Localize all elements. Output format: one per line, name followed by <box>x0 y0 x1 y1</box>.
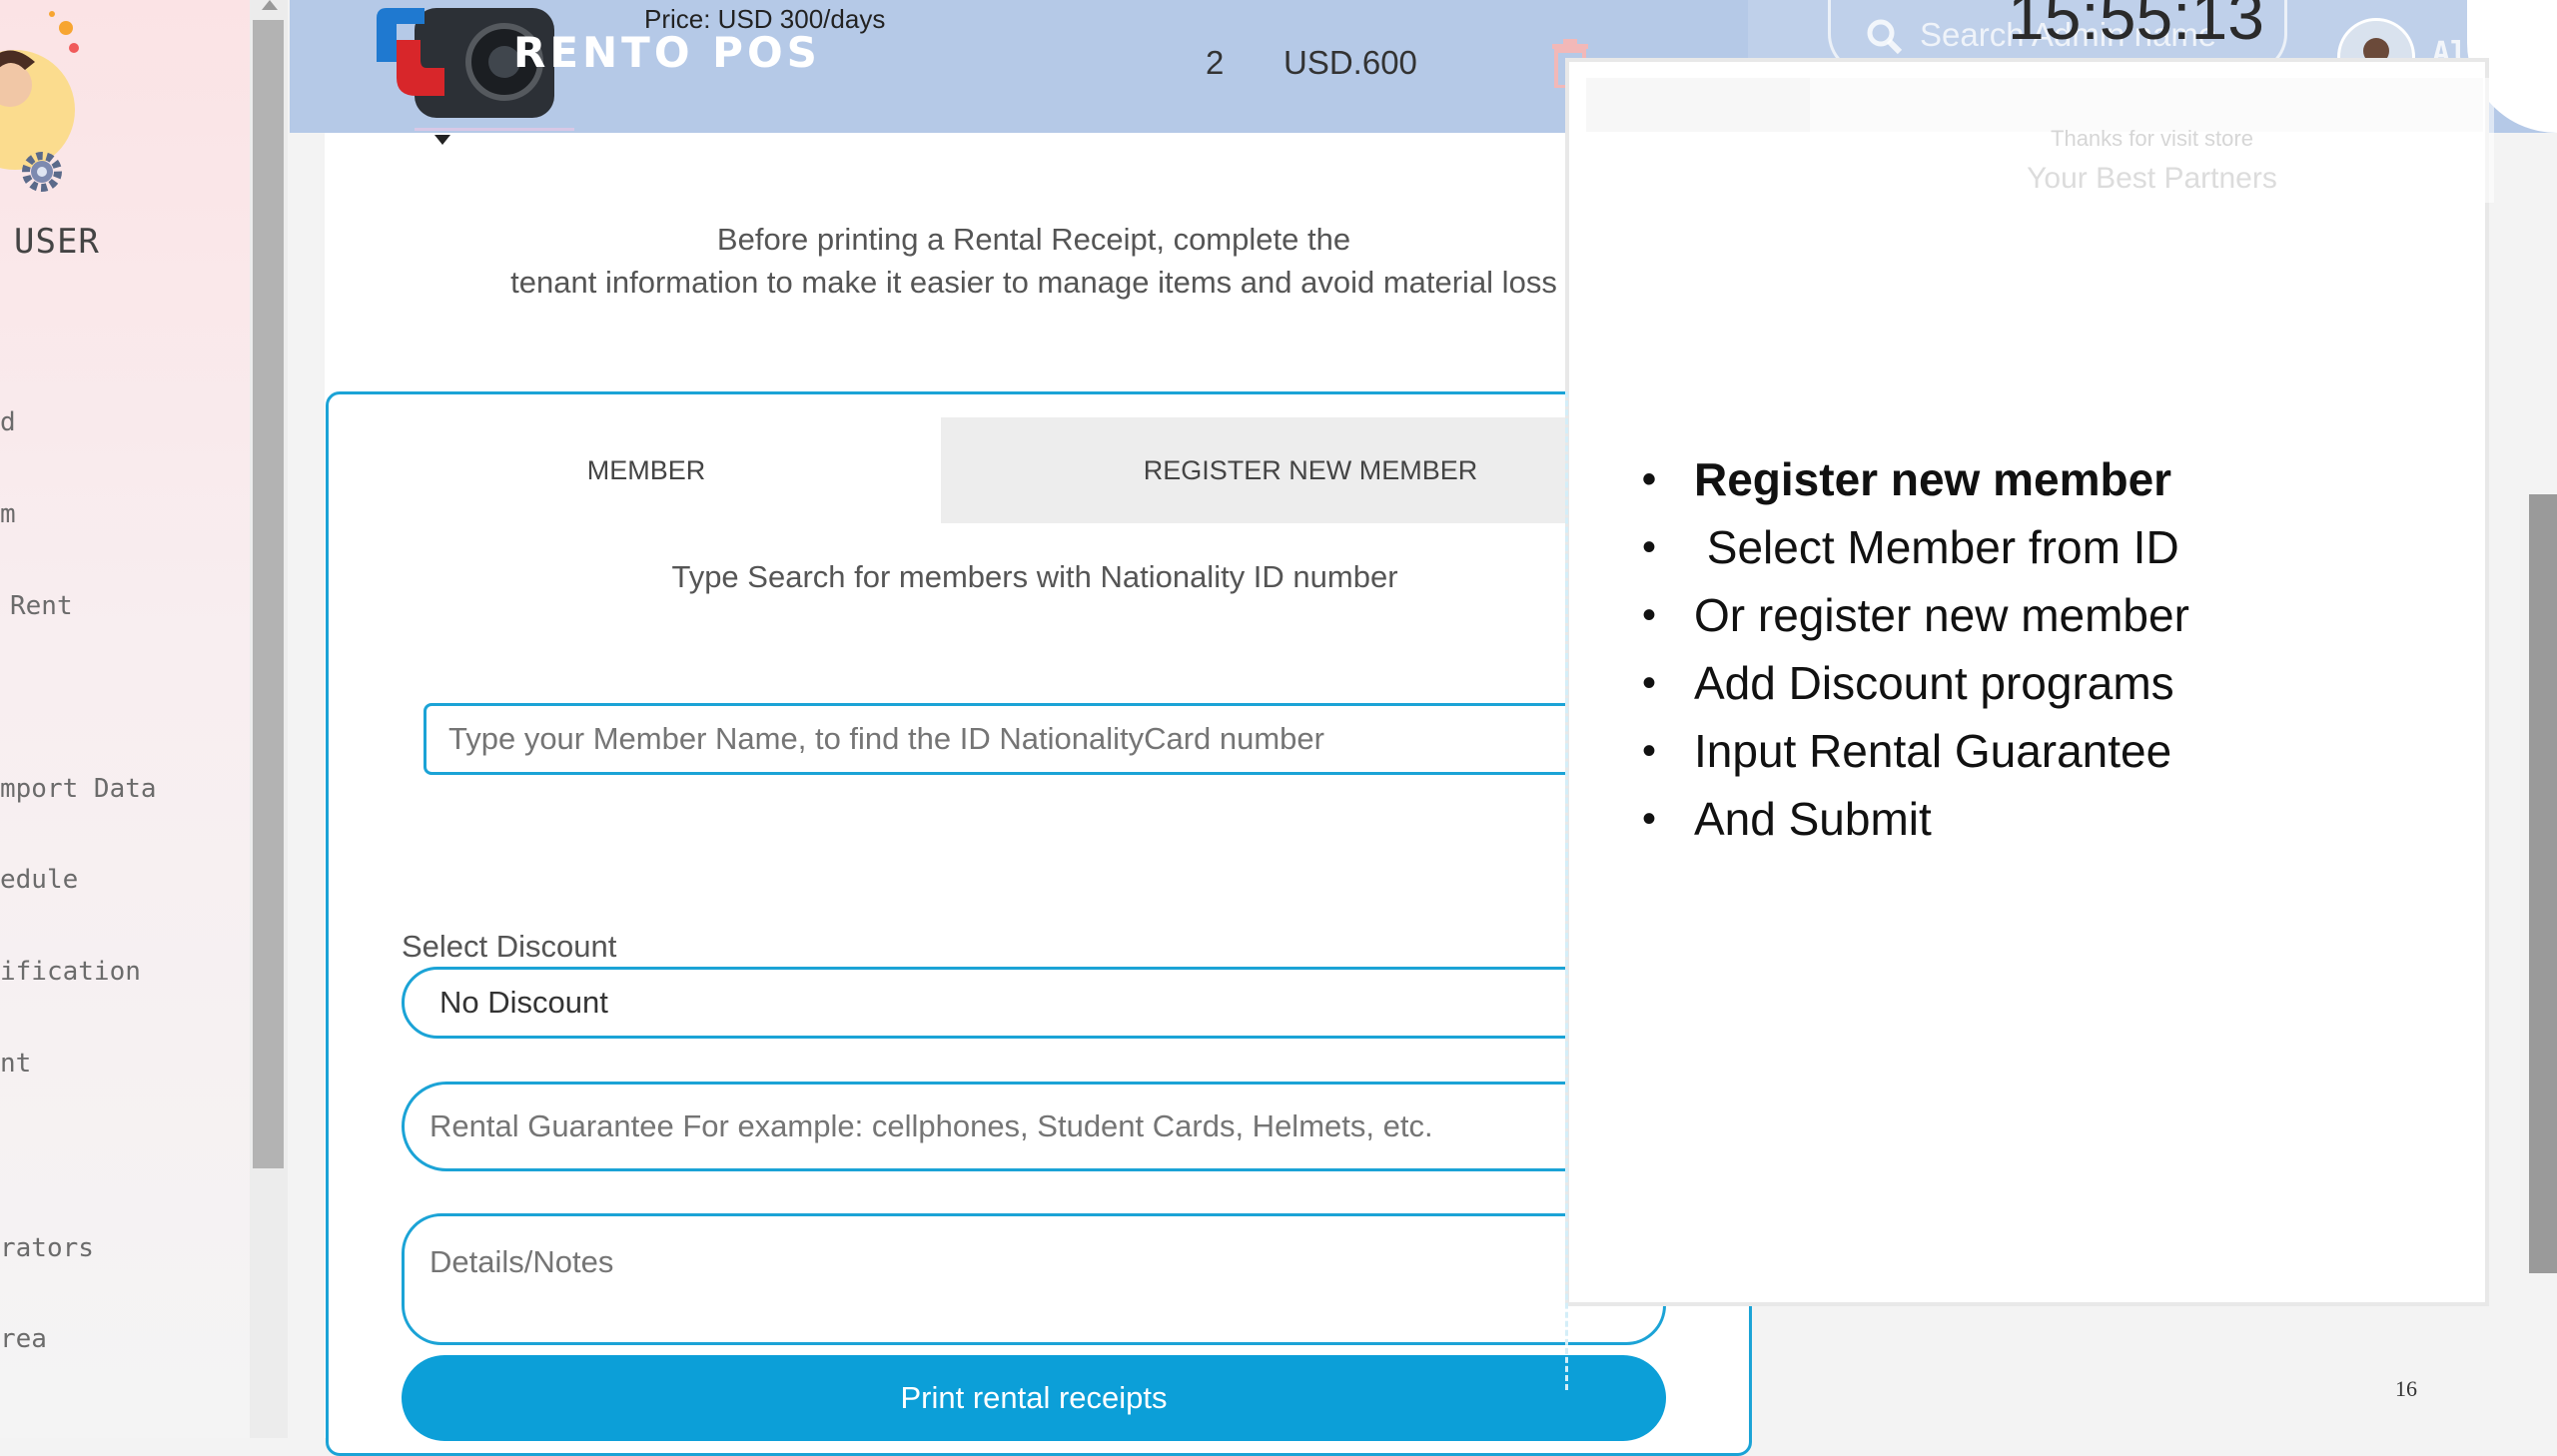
clock: 15:55:13 <box>2008 0 2264 53</box>
user-label: USER <box>14 222 100 262</box>
bullet-item: Register new member <box>1638 445 2537 513</box>
sidebar-item-notification[interactable]: ification <box>0 957 141 987</box>
discount-select[interactable]: No Discount <box>402 967 1666 1039</box>
callout-divider <box>1565 391 1571 1390</box>
feature-bullet-list: Register new member Select Member from I… <box>1638 445 2537 853</box>
sidebar-item[interactable]: m <box>0 499 16 529</box>
bullet-item: Or register new member <box>1638 581 2537 649</box>
discount-selected-value: No Discount <box>439 985 608 1020</box>
bullet-item: Add Discount programs <box>1638 649 2537 717</box>
member-search-hint: Type Search for members with Nationality… <box>671 559 1398 594</box>
right-scrollbar-thumb[interactable] <box>2529 494 2557 1273</box>
bullet-item: Input Rental Guarantee <box>1638 717 2537 785</box>
intro-line: Before printing a Rental Receipt, comple… <box>716 222 1351 257</box>
rental-guarantee-input[interactable] <box>402 1082 1666 1171</box>
member-search-input[interactable] <box>424 703 1641 775</box>
gear-icon[interactable] <box>14 144 70 200</box>
details-notes-textarea[interactable] <box>402 1213 1666 1345</box>
item-total: USD.600 <box>1283 44 1417 81</box>
scroll-up-arrow-icon[interactable] <box>262 0 278 10</box>
page-number: 16 <box>2395 1376 2417 1401</box>
receipt-partners: Your Best Partners <box>2027 162 2277 195</box>
item-quantity: 2 <box>1206 44 1225 81</box>
bullet-item: Select Member from ID <box>1638 513 2537 581</box>
discount-label: Select Discount <box>402 929 617 964</box>
sidebar: USER d m Rent mport Data edule ification… <box>0 0 250 1438</box>
search-icon <box>1867 19 1903 55</box>
intro-text: Before printing a Rental Receipt, comple… <box>325 218 1743 304</box>
sidebar-item-import-data[interactable]: mport Data <box>0 774 157 804</box>
sidebar-item[interactable]: d <box>0 407 16 437</box>
sidebar-item-operators[interactable]: rators <box>0 1233 94 1263</box>
bullet-item: And Submit <box>1638 785 2537 853</box>
sidebar-item[interactable]: nt <box>0 1049 31 1079</box>
print-rental-receipts-button[interactable]: Print rental receipts <box>402 1355 1666 1441</box>
brand-name: RENTO POS <box>513 28 821 77</box>
sidebar-item-schedule[interactable]: edule <box>0 865 78 895</box>
sidebar-item-area[interactable]: rea <box>0 1324 47 1354</box>
sidebar-item-rent[interactable]: Rent <box>10 591 73 621</box>
tab-member[interactable]: MEMBER <box>352 417 941 523</box>
sidebar-scrollbar-thumb[interactable] <box>253 20 284 1168</box>
intro-line: tenant information to make it easier to … <box>510 265 1557 300</box>
receipt-thanks: Thanks for visit store <box>2051 126 2253 151</box>
